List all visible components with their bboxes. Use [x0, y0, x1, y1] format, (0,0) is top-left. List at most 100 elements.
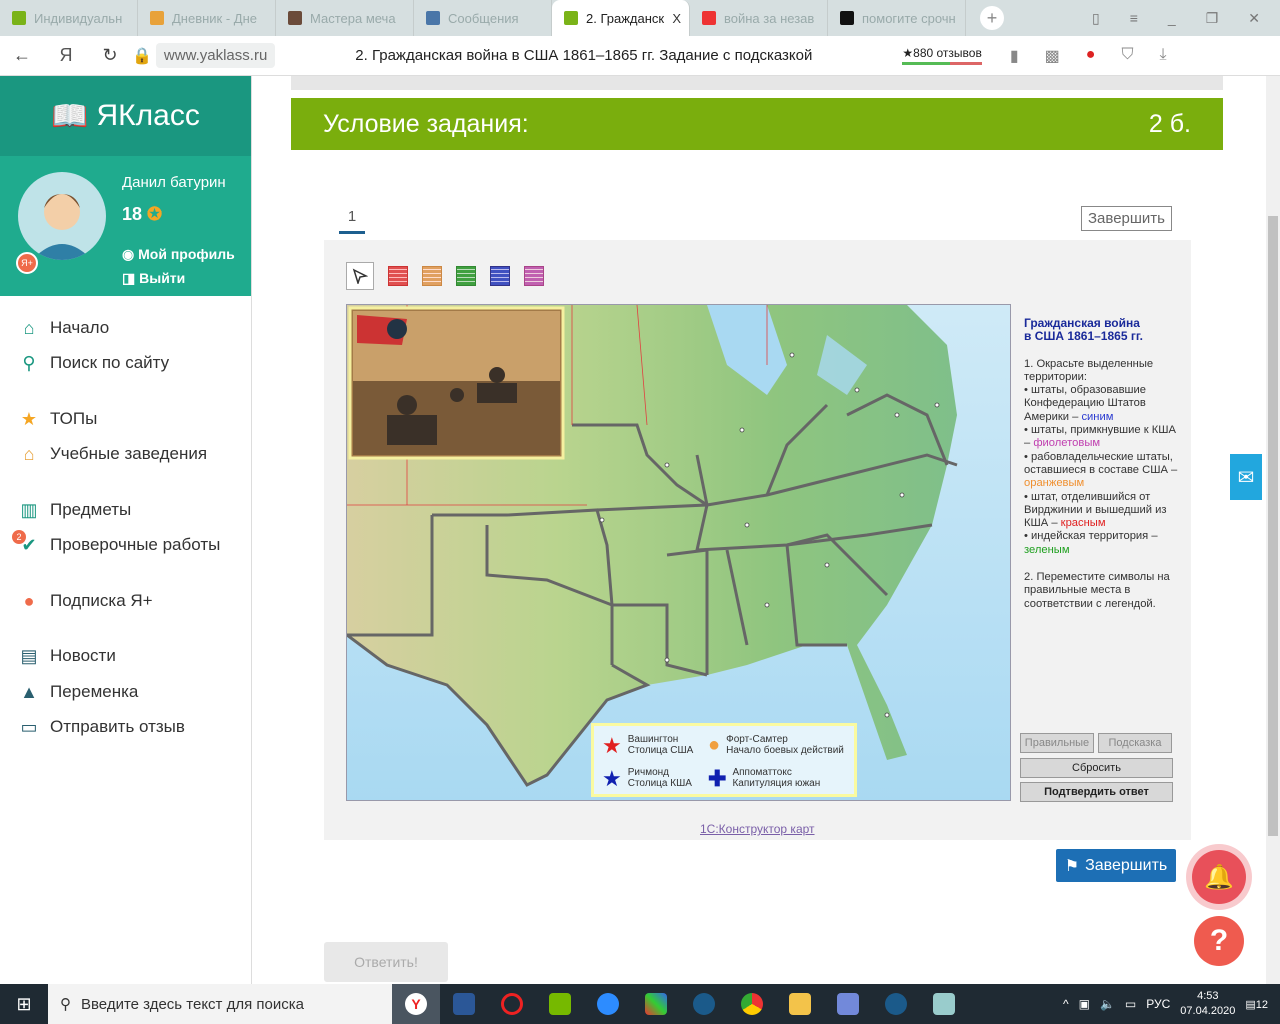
logout-link[interactable]: ◨ Выйти — [122, 270, 185, 287]
reviews-badge[interactable]: ★880 отзывов — [902, 46, 982, 65]
feedback-icon: ▭ — [20, 717, 38, 738]
tab-label: 2. Гражданск — [586, 10, 665, 26]
url-field[interactable]: www.yaklass.ru — [155, 43, 276, 68]
discord-icon[interactable] — [824, 984, 872, 1024]
legend-fort-sumter[interactable]: ● Форт-Самтер Начало боевых действий — [708, 734, 844, 756]
sidebar-item-search[interactable]: ⚲ Поиск по сайту — [0, 346, 251, 382]
close-window-icon[interactable]: ✕ — [1248, 10, 1260, 27]
legend-richmond[interactable]: ★ Ричмонд Столица КША — [602, 767, 692, 789]
mail-icon[interactable]: ✉ — [1230, 454, 1262, 500]
sidebar-item-subscription[interactable]: ● Подписка Я+ — [0, 583, 251, 619]
sidebar-item-news[interactable]: ▤ Новости — [0, 639, 251, 675]
cube-app-icon[interactable] — [632, 984, 680, 1024]
file-explorer-icon[interactable] — [776, 984, 824, 1024]
tray-expand-icon[interactable]: ^ — [1063, 997, 1069, 1011]
logo[interactable]: 📖 ЯКласс — [0, 76, 251, 156]
bookmarks-icon[interactable]: ▯ — [1092, 10, 1100, 27]
sidebar-item-feedback[interactable]: ▭ Отправить отзыв — [0, 710, 251, 746]
browser-tab[interactable]: Сообщения — [414, 0, 552, 36]
violet-fill-tool[interactable] — [524, 266, 544, 286]
browser-tab-active[interactable]: 2. Гражданск X — [552, 0, 690, 36]
hint-button[interactable]: Подсказка — [1098, 733, 1172, 753]
search-icon: ⚲ — [60, 996, 71, 1013]
minimize-icon[interactable]: _ — [1168, 10, 1176, 27]
download-icon[interactable]: ⤓ — [1159, 46, 1166, 66]
zoom-icon[interactable] — [584, 984, 632, 1024]
steam-icon-2[interactable] — [872, 984, 920, 1024]
browser-tab[interactable]: помогите срочн — [828, 0, 966, 36]
tab-favicon-icon — [150, 11, 164, 25]
blue-fill-tool[interactable] — [490, 266, 510, 286]
color-toolbar — [346, 262, 544, 290]
maximize-icon[interactable]: ❐ — [1206, 10, 1219, 27]
adblock-icon[interactable]: ● — [1086, 46, 1096, 66]
reset-button[interactable]: Сбросить — [1020, 758, 1173, 778]
sidebar-item-break[interactable]: ▲ Переменка — [0, 674, 251, 710]
browser-tab[interactable]: Индивидуальн — [0, 0, 138, 36]
extension-icon[interactable]: ▩ — [1045, 46, 1060, 66]
finish-button-small[interactable]: Завершить — [1081, 206, 1172, 231]
confirm-answer-button[interactable]: Подтвердить ответ — [1020, 782, 1173, 802]
network-icon[interactable]: ▣ — [1079, 997, 1090, 1011]
book-icon: ▥ — [20, 499, 38, 520]
opera-icon[interactable] — [488, 984, 536, 1024]
show-correct-button[interactable]: Правильные — [1020, 733, 1094, 753]
tab-label: помогите срочн — [862, 10, 956, 26]
nvidia-icon[interactable] — [536, 984, 584, 1024]
browser-tab-bar: Индивидуальн Дневник - Дне Мастера меча … — [0, 0, 1280, 36]
star-icon: ★ — [20, 408, 38, 429]
finish-button[interactable]: ⚑ Завершить — [1056, 849, 1176, 882]
legend-appomattox[interactable]: ✚ Аппоматтокс Капитуляция южан — [708, 767, 820, 789]
chrome-icon[interactable] — [728, 984, 776, 1024]
volume-icon[interactable]: 🔈 — [1100, 997, 1115, 1011]
yandex-icon[interactable]: Я — [44, 45, 88, 66]
notification-bell-icon[interactable]: 🔔 — [1192, 850, 1246, 904]
windows-start-icon[interactable]: ⊞ — [0, 994, 48, 1015]
orange-fill-tool[interactable] — [422, 266, 442, 286]
protect-icon[interactable]: ⛉ — [1121, 46, 1133, 66]
clock[interactable]: 4:53 07.04.2020 — [1180, 989, 1235, 1019]
my-profile-link[interactable]: ◉ Мой профиль — [122, 246, 235, 263]
keyboard-icon[interactable]: ▭ — [1125, 997, 1136, 1011]
page-scrollbar[interactable] — [1266, 76, 1280, 984]
steam-icon[interactable] — [680, 984, 728, 1024]
sidebar-item-home[interactable]: ⌂ Начало — [0, 310, 251, 346]
paint-icon[interactable] — [920, 984, 968, 1024]
bookmark-icon[interactable]: ▮ — [1010, 46, 1019, 66]
back-icon[interactable]: ← — [0, 45, 44, 66]
avatar[interactable] — [18, 172, 106, 260]
answer-button[interactable]: Ответить! — [324, 942, 448, 982]
legend-washington[interactable]: ★ Вашингтон Столица США — [602, 734, 693, 756]
yandex-browser-icon[interactable]: Y — [392, 984, 440, 1024]
browser-tab[interactable]: Дневник - Дне — [138, 0, 276, 36]
lock-icon: 🔒 — [132, 47, 152, 65]
help-icon[interactable]: ? — [1194, 916, 1244, 966]
pointer-tool-icon[interactable] — [346, 262, 374, 290]
tab-favicon-icon — [426, 11, 440, 25]
page-title: 2. Гражданская война в США 1861–1865 гг.… — [355, 47, 813, 64]
taskbar-search[interactable]: ⚲ Введите здесь текст для поиска — [48, 984, 392, 1024]
red-fill-tool[interactable] — [388, 266, 408, 286]
close-tab-icon[interactable]: X — [672, 11, 681, 26]
civil-war-map[interactable]: ★ Вашингтон Столица США ● Форт-Самтер Начало… — [346, 304, 1011, 801]
sidebar-item-institutions[interactable]: ⌂ Учебные заведения — [0, 437, 251, 473]
green-fill-tool[interactable] — [456, 266, 476, 286]
language-indicator[interactable]: РУС — [1146, 997, 1170, 1011]
scrollbar-thumb[interactable] — [1268, 216, 1278, 836]
subscription-icon: ● — [23, 590, 35, 611]
search-icon: ⚲ — [22, 353, 36, 374]
notifications-icon[interactable]: ▤12 — [1245, 998, 1268, 1011]
sidebar-item-tests[interactable]: 2 ✔ Проверочные работы — [0, 528, 251, 564]
user-name: Данил батурин — [122, 174, 226, 191]
browser-tab[interactable]: Мастера меча — [276, 0, 414, 36]
sidebar-item-subjects[interactable]: ▥ Предметы — [0, 492, 251, 528]
new-tab-button[interactable]: + — [980, 6, 1004, 30]
menu-icon[interactable]: ≡ — [1130, 10, 1138, 27]
sidebar-item-tops[interactable]: ★ ТОПы — [0, 401, 251, 437]
task-tab-1[interactable]: 1 — [339, 208, 365, 234]
word-icon[interactable] — [440, 984, 488, 1024]
blue-star-icon: ★ — [602, 765, 622, 791]
reload-icon[interactable]: ↻ — [88, 45, 132, 66]
map-constructor-link[interactable]: 1С:Конструктор карт — [700, 822, 815, 836]
browser-tab[interactable]: война за незав — [690, 0, 828, 36]
